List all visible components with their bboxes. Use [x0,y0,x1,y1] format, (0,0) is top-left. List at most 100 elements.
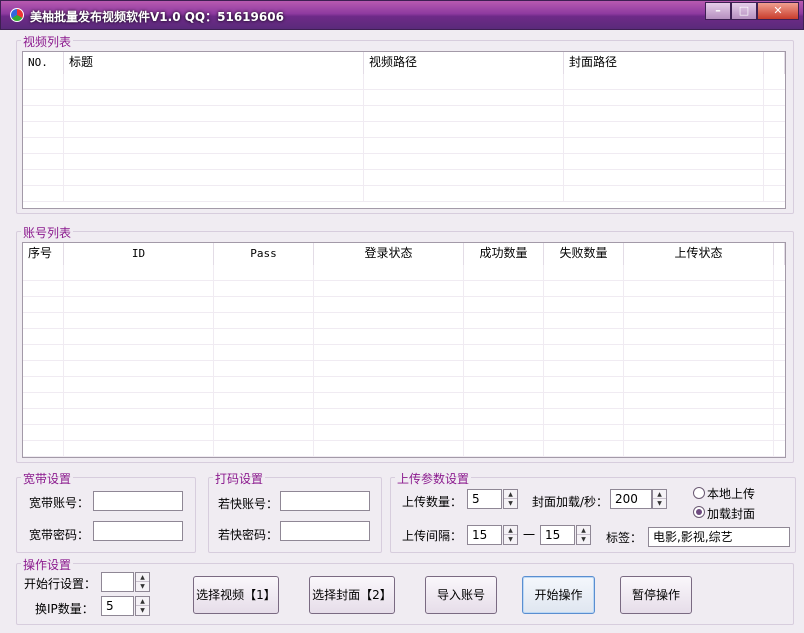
upload-count-spinner[interactable]: ▲ ▼ [503,489,518,509]
radio-local-upload[interactable] [693,487,705,499]
col-cover-path[interactable]: 封面路径 [564,52,764,74]
upload-interval-max-spinner[interactable]: ▲ ▼ [576,525,591,545]
start-row-input[interactable] [101,572,134,592]
col-filler [774,243,785,265]
interval-separator: 一 [523,528,536,542]
radio-load-cover-label[interactable]: 加载封面 [707,505,755,522]
captcha-account-label: 若快账号： [218,497,279,511]
spin-down-icon[interactable]: ▼ [504,535,517,544]
captcha-password-input[interactable] [280,521,370,541]
ip-count-input[interactable]: 5 [101,596,134,616]
col-id[interactable]: ID [64,243,214,265]
cover-load-input[interactable]: 200 [610,489,652,509]
ip-count-spinner[interactable]: ▲ ▼ [135,596,150,616]
cover-load-spinner[interactable]: ▲ ▼ [652,489,667,509]
upload-count-label: 上传数量： [402,495,463,509]
start-button[interactable]: 开始操作 [522,576,595,614]
table-row [23,74,785,90]
title-bar[interactable]: 美柚批量发布视频软件V1.0 QQ：51619606 – □ ✕ [0,0,804,30]
table-row [23,90,785,106]
window-title: 美柚批量发布视频软件V1.0 QQ：51619606 [30,10,284,24]
import-accounts-button[interactable]: 导入账号 [425,576,497,614]
broadband-password-label: 宽带密码： [29,528,90,542]
spin-up-icon[interactable]: ▲ [136,573,149,582]
col-video-path[interactable]: 视频路径 [364,52,564,74]
maximize-icon: □ [738,4,750,17]
spin-down-icon[interactable]: ▼ [136,582,149,591]
col-index[interactable]: 序号 [23,243,64,265]
table-row [23,170,785,186]
upload-interval-min-input[interactable]: 15 [467,525,502,545]
account-list-header: 序号 ID Pass 登录状态 成功数量 失败数量 上传状态 [23,243,785,265]
video-list-body [23,74,785,208]
window-controls: – □ ✕ [705,2,799,20]
table-row [23,154,785,170]
table-row [23,425,785,441]
upload-interval-min-spinner[interactable]: ▲ ▼ [503,525,518,545]
table-row [23,138,785,154]
minimize-button[interactable]: – [705,2,731,20]
spin-up-icon[interactable]: ▲ [577,526,590,535]
broadband-password-input[interactable] [93,521,183,541]
upload-count-input[interactable]: 5 [467,489,502,509]
tags-input[interactable]: 电影,影视,综艺 [648,527,790,547]
video-list-header: NO. 标题 视频路径 封面路径 [23,52,785,74]
operation-title: 操作设置 [21,556,74,573]
spin-down-icon[interactable]: ▼ [136,606,149,615]
broadband-title: 宽带设置 [21,470,74,487]
col-fail-count[interactable]: 失败数量 [544,243,624,265]
col-upload-status[interactable]: 上传状态 [624,243,774,265]
pause-button[interactable]: 暂停操作 [620,576,692,614]
captcha-password-label: 若快密码： [218,528,279,542]
upload-interval-max-input[interactable]: 15 [540,525,575,545]
upload-interval-label: 上传间隔： [402,529,463,543]
captcha-account-input[interactable] [280,491,370,511]
select-video-button[interactable]: 选择视频【1】 [193,576,279,614]
minimize-icon: – [715,4,721,17]
table-row [23,106,785,122]
table-row [23,393,785,409]
app-icon [10,8,24,22]
spin-down-icon[interactable]: ▼ [504,499,517,508]
start-row-spinner[interactable]: ▲ ▼ [135,572,150,592]
broadband-account-label: 宽带账号： [29,496,90,510]
table-row [23,377,785,393]
spin-up-icon[interactable]: ▲ [504,490,517,499]
table-row [23,122,785,138]
select-cover-button[interactable]: 选择封面【2】 [309,576,395,614]
spin-down-icon[interactable]: ▼ [577,535,590,544]
video-list-table[interactable]: NO. 标题 视频路径 封面路径 [22,51,786,209]
start-row-label: 开始行设置： [24,577,97,591]
table-row [23,297,785,313]
close-button[interactable]: ✕ [757,2,799,20]
col-filler [764,52,785,74]
maximize-button[interactable]: □ [731,2,757,20]
col-no[interactable]: NO. [23,52,64,74]
captcha-title: 打码设置 [213,470,266,487]
col-pass[interactable]: Pass [214,243,314,265]
col-success-count[interactable]: 成功数量 [464,243,544,265]
table-row [23,265,785,281]
tags-label: 标签： [606,531,643,545]
table-row [23,186,785,202]
table-row [23,345,785,361]
broadband-account-input[interactable] [93,491,183,511]
video-list-title: 视频列表 [21,33,74,50]
account-list-table[interactable]: 序号 ID Pass 登录状态 成功数量 失败数量 上传状态 [22,242,786,458]
spin-up-icon[interactable]: ▲ [504,526,517,535]
spin-up-icon[interactable]: ▲ [136,597,149,606]
table-row [23,409,785,425]
table-row [23,361,785,377]
cover-load-label: 封面加载/秒： [532,495,609,509]
spin-down-icon[interactable]: ▼ [653,499,666,508]
table-row [23,441,785,457]
radio-load-cover[interactable] [693,506,705,518]
upload-params-title: 上传参数设置 [395,470,472,487]
col-title[interactable]: 标题 [64,52,364,74]
table-row [23,281,785,297]
radio-local-upload-label[interactable]: 本地上传 [707,485,755,502]
col-login-status[interactable]: 登录状态 [314,243,464,265]
spin-up-icon[interactable]: ▲ [653,490,666,499]
table-row [23,329,785,345]
account-list-body [23,265,785,457]
